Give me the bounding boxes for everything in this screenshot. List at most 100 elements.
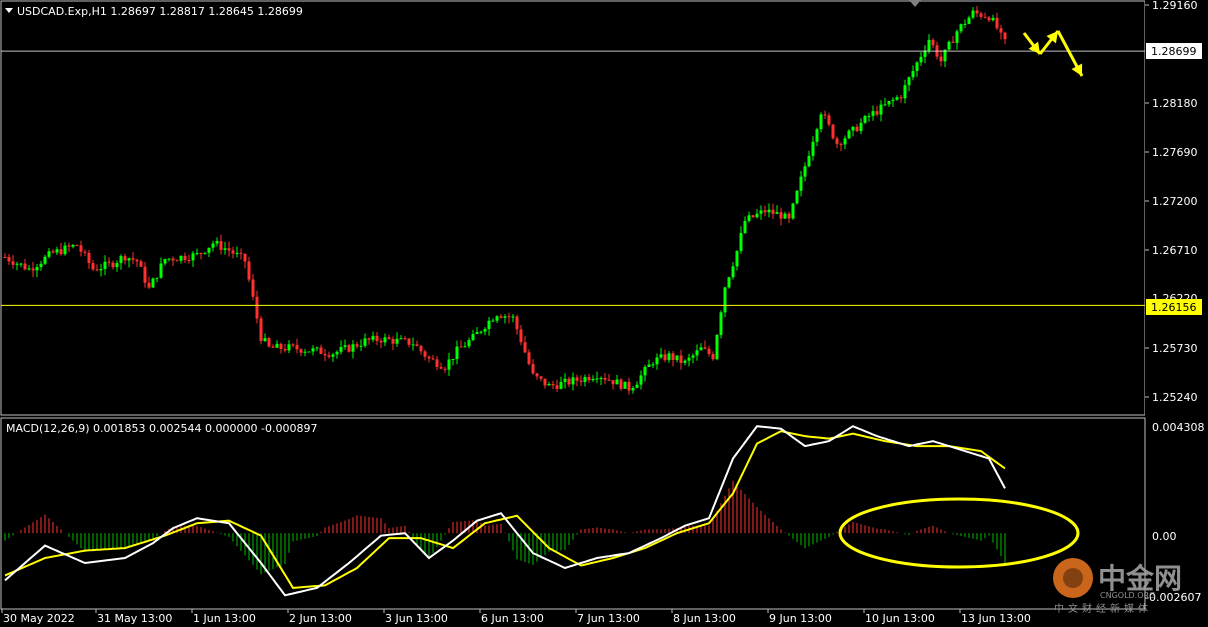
candle-body: [39, 263, 43, 268]
candle-body: [383, 337, 387, 343]
candle-body: [851, 126, 855, 131]
yellow-level-label: 1.26156: [1151, 301, 1197, 314]
candle-body: [663, 354, 667, 361]
candle-body: [587, 376, 591, 381]
candle-body: [411, 344, 415, 346]
candle-body: [183, 255, 187, 261]
candle-body: [83, 251, 87, 253]
candle-body: [191, 253, 195, 261]
candle-body: [579, 380, 583, 382]
candle-body: [339, 347, 343, 352]
time-tick-label: 10 Jun 13:00: [865, 612, 935, 625]
candle-body: [279, 343, 283, 349]
candle-body: [895, 97, 899, 100]
candle-body: [707, 348, 711, 354]
candle-body: [903, 85, 907, 99]
candle-body: [799, 176, 803, 191]
candle-body: [299, 349, 303, 353]
candle-body: [611, 380, 615, 385]
candle-body: [287, 344, 291, 351]
price-tick-label: 1.25240: [1152, 391, 1198, 404]
candle-body: [911, 70, 915, 78]
candle-body: [867, 115, 871, 117]
candle-body: [847, 130, 851, 139]
candle-body: [951, 41, 955, 43]
candle-body: [671, 353, 675, 361]
candle-body: [563, 378, 567, 382]
candle-body: [379, 340, 383, 343]
candle-body: [643, 366, 647, 376]
candle-body: [811, 141, 815, 156]
candle-body: [603, 378, 607, 380]
candle-body: [243, 253, 247, 262]
candle-body: [423, 351, 427, 357]
time-tick-label: 31 May 13:00: [97, 612, 172, 625]
candle-body: [399, 338, 403, 340]
candle-body: [539, 376, 543, 379]
candle-body: [591, 378, 595, 381]
candle-body: [543, 378, 547, 386]
candle-body: [3, 257, 7, 258]
candle-body: [839, 143, 843, 145]
candle-body: [7, 257, 11, 262]
candle-body: [991, 17, 995, 21]
candle-body: [751, 215, 755, 218]
candle-body: [147, 282, 151, 288]
candle-body: [451, 358, 455, 360]
candle-body: [87, 252, 91, 264]
candle-body: [435, 359, 439, 367]
candle-body: [511, 316, 515, 318]
current-price-label: 1.28699: [1151, 45, 1197, 58]
candle-body: [547, 383, 551, 386]
candle-body: [843, 138, 847, 145]
candle-body: [119, 256, 123, 264]
candle-body: [291, 344, 295, 346]
price-axis: 1.29160 1.28180 1.27690 1.27200 1.26710 1.257…: [1145, 0, 1208, 417]
candle-body: [503, 316, 507, 318]
candle-body: [483, 328, 487, 332]
candle-body: [495, 316, 499, 321]
candle-body: [747, 215, 751, 221]
candle-body: [227, 248, 231, 251]
candle-body: [335, 351, 339, 355]
candle-body: [487, 320, 491, 329]
candle-body: [959, 24, 963, 32]
candle-body: [63, 245, 67, 255]
candle-body: [727, 277, 731, 288]
candle-body: [235, 252, 239, 254]
candle-body: [19, 263, 23, 265]
price-tick-label: 1.29160: [1152, 0, 1198, 12]
candle-body: [15, 263, 19, 265]
candle-body: [807, 155, 811, 167]
candle-body: [703, 347, 707, 349]
candle-body: [803, 166, 807, 177]
candle-body: [315, 347, 319, 349]
candle-body: [763, 210, 767, 213]
candle-body: [879, 104, 883, 115]
time-tick-label: 8 Jun 13:00: [673, 612, 736, 625]
candle-body: [247, 261, 251, 280]
candle-body: [479, 331, 483, 333]
candle-body: [955, 31, 959, 43]
time-tick-label: 3 Jun 13:00: [385, 612, 448, 625]
candle-body: [919, 56, 923, 63]
candle-body: [303, 351, 307, 353]
candle-body: [971, 10, 975, 18]
candle-body: [931, 39, 935, 46]
candle-body: [583, 376, 587, 382]
candle-body: [43, 256, 47, 264]
trading-chart: USDCAD.Exp,H1 1.28697 1.28817 1.28645 1.…: [0, 0, 1208, 627]
candle-body: [351, 344, 355, 352]
candle-body: [79, 245, 83, 252]
candle-body: [691, 355, 695, 358]
candle-body: [855, 126, 859, 132]
candle-body: [195, 253, 199, 255]
candle-body: [263, 338, 267, 342]
candle-body: [551, 383, 555, 386]
macd-tick-zero: 0.00: [1152, 530, 1177, 543]
candle-body: [499, 316, 503, 318]
price-tick-label: 1.26710: [1152, 244, 1198, 257]
candle-body: [875, 111, 879, 115]
price-tick-label: 1.27690: [1152, 146, 1198, 159]
candle-body: [907, 77, 911, 86]
